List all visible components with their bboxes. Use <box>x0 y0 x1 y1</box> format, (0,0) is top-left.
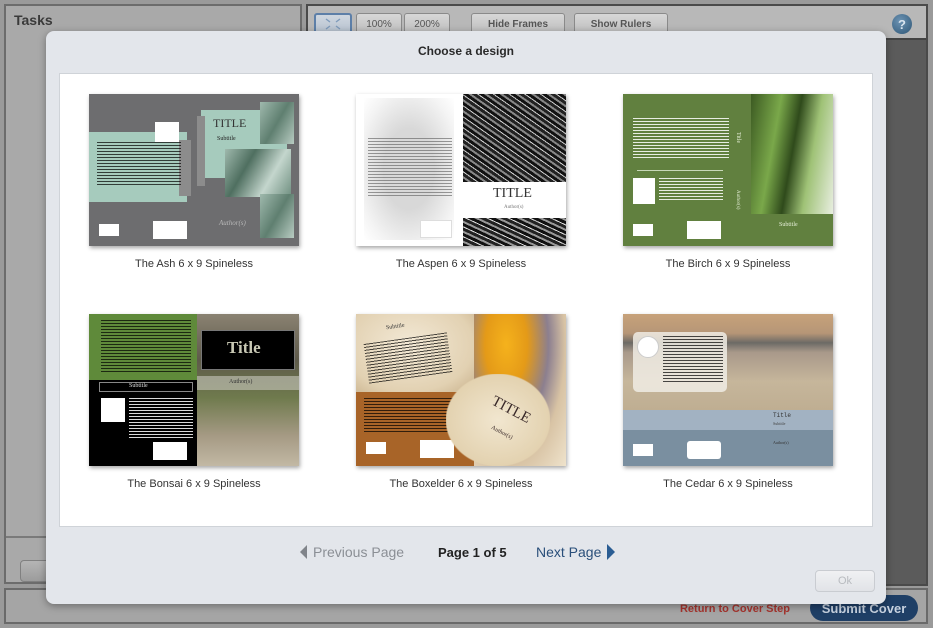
next-page-button[interactable]: Next Page <box>536 544 616 560</box>
chevron-right-icon <box>607 544 616 560</box>
design-thumbnail: Title Author(s) Subtitle <box>623 94 833 246</box>
page-indicator: Page 1 of 5 <box>438 545 507 560</box>
help-icon[interactable]: ? <box>892 14 912 34</box>
choose-design-dialog: Choose a design TITLE Subtitle Author(s) <box>46 31 886 604</box>
tasks-title: Tasks <box>14 12 53 28</box>
design-thumbnail: Subtitle TITLE Author(s) <box>356 314 566 466</box>
design-thumbnail: TITLE Author(s) <box>356 94 566 246</box>
ok-button[interactable]: Ok <box>815 570 875 592</box>
design-option-cedar[interactable]: Title Subtitle Author(s) The Cedar 6 x 9… <box>621 314 835 490</box>
previous-page-label: Previous Page <box>313 544 405 560</box>
design-thumbnail: Subtitle Title Author(s) <box>89 314 299 466</box>
design-thumbnail: TITLE Subtitle Author(s) <box>89 94 299 246</box>
next-page-label: Next Page <box>536 544 602 560</box>
pagination: Previous Page Page 1 of 5 Next Page <box>46 543 886 563</box>
design-name: The Cedar 6 x 9 Spineless <box>663 478 793 490</box>
design-name: The Ash 6 x 9 Spineless <box>134 258 253 270</box>
return-to-cover-step-link[interactable]: Return to Cover Step <box>680 603 790 615</box>
design-name: The Boxelder 6 x 9 Spineless <box>389 478 533 490</box>
chevron-left-icon <box>300 545 307 559</box>
design-grid: TITLE Subtitle Author(s) The Ash 6 x 9 S… <box>59 73 873 527</box>
design-thumbnail: Title Subtitle Author(s) <box>623 314 833 466</box>
dialog-title: Choose a design <box>417 44 515 58</box>
cover-creator-app: Tasks 100% 200% Hide Frames Show Rulers … <box>0 0 933 628</box>
design-name: The Aspen 6 x 9 Spineless <box>395 258 527 270</box>
design-option-boxelder[interactable]: Subtitle TITLE Author(s) The Boxelder 6 … <box>354 314 568 490</box>
design-option-ash[interactable]: TITLE Subtitle Author(s) The Ash 6 x 9 S… <box>87 94 301 270</box>
design-option-aspen[interactable]: TITLE Author(s) The Aspen 6 x 9 Spineles… <box>354 94 568 270</box>
previous-page-button[interactable]: Previous Page <box>300 544 404 560</box>
design-option-birch[interactable]: Title Author(s) Subtitle The Birch 6 x 9… <box>621 94 835 270</box>
design-option-bonsai[interactable]: Subtitle Title Author(s) The Bonsai 6 x … <box>87 314 301 490</box>
fit-icon <box>325 18 341 30</box>
design-name: The Bonsai 6 x 9 Spineless <box>127 478 261 490</box>
design-name: The Birch 6 x 9 Spineless <box>665 258 791 270</box>
